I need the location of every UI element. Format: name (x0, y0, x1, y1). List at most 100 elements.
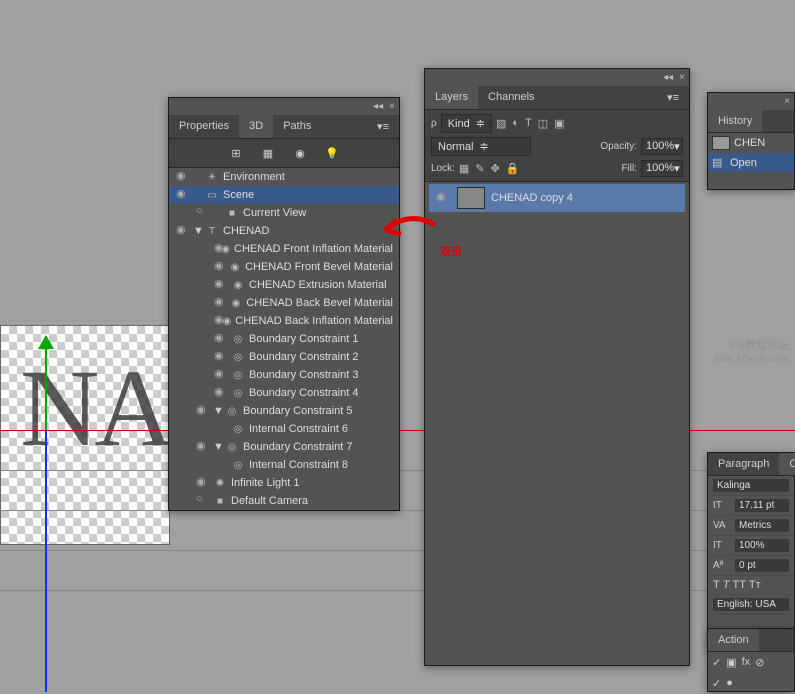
panel-menu-icon[interactable]: ▾≡ (367, 115, 399, 138)
collapse-icon[interactable]: ◂◂ (373, 101, 383, 112)
tree-row-scene[interactable]: ▭Scene (169, 186, 399, 204)
italic-icon[interactable]: T (723, 579, 730, 591)
visibility-toggle[interactable] (213, 242, 217, 256)
visibility-toggle[interactable] (195, 206, 209, 220)
tree-row-material[interactable]: ◉CHENAD Extrusion Material (169, 276, 399, 294)
lock-transparency-icon[interactable]: ▦ (459, 162, 469, 175)
tab-layers[interactable]: Layers (425, 86, 478, 109)
collapse-icon[interactable]: ◂◂ (663, 72, 673, 83)
tree-row-material[interactable]: ◉CHENAD Front Inflation Material (169, 240, 399, 258)
twisty-down-icon[interactable]: ▼ (213, 441, 223, 453)
font-size-input[interactable]: 17.11 pt (735, 499, 789, 512)
tab-channels[interactable]: Channels (478, 86, 544, 109)
tree-row-constraint[interactable]: ◎Boundary Constraint 3 (169, 366, 399, 384)
close-icon[interactable]: × (679, 72, 685, 83)
bold-icon[interactable]: T (713, 579, 720, 591)
tree-row-constraint[interactable]: ▼◎Boundary Constraint 7 (169, 438, 399, 456)
visibility-toggle[interactable] (213, 260, 225, 274)
filter-type-icon[interactable]: T (525, 117, 532, 130)
play-icon[interactable]: fx (742, 656, 751, 669)
tab-properties[interactable]: Properties (169, 115, 239, 138)
filter-adjust-icon[interactable]: ◐ (512, 117, 519, 130)
tree-row-constraint[interactable]: ◎Boundary Constraint 2 (169, 348, 399, 366)
visibility-toggle[interactable] (213, 368, 227, 382)
allcaps-icon[interactable]: TT (732, 579, 745, 591)
fill-input[interactable]: 100%▾ (641, 160, 683, 177)
visibility-toggle[interactable] (213, 386, 227, 400)
tree-row-constraint[interactable]: ◎Internal Constraint 8 (169, 456, 399, 474)
font-family-dropdown[interactable]: Kalinga (708, 476, 794, 496)
vscale-input[interactable]: 100% (735, 539, 789, 552)
visibility-toggle[interactable] (213, 278, 227, 292)
visibility-toggle[interactable] (175, 188, 189, 202)
y-axis-gizmo[interactable] (45, 345, 47, 430)
baseline-icon: Aª (713, 560, 731, 571)
check-icon[interactable]: ✓ (712, 677, 721, 690)
visibility-toggle[interactable] (175, 224, 189, 238)
close-icon[interactable]: × (784, 96, 790, 107)
lock-all-icon[interactable]: 🔒 (506, 162, 520, 175)
tracking-input[interactable]: Metrics (735, 519, 789, 532)
visibility-toggle[interactable] (213, 314, 219, 328)
tab-paths[interactable]: Paths (273, 115, 321, 138)
history-step[interactable]: ▤ Open (708, 153, 794, 172)
tree-row-constraint[interactable]: ◎Boundary Constraint 1 (169, 330, 399, 348)
filter-mesh-icon[interactable]: ▦ (260, 145, 276, 161)
record-icon[interactable]: ● (726, 677, 733, 690)
lock-image-icon[interactable]: ✎ (475, 162, 484, 175)
visibility-toggle[interactable] (213, 350, 227, 364)
tab-paragraph[interactable]: Paragraph (708, 453, 779, 475)
tree-row-material[interactable]: ◉CHENAD Back Bevel Material (169, 294, 399, 312)
layer-name-label[interactable]: CHENAD copy 4 (491, 192, 573, 204)
visibility-toggle[interactable] (213, 296, 226, 310)
blend-mode-dropdown[interactable]: Normal≑ (431, 137, 531, 156)
layer-row[interactable]: CHENAD copy 4 (429, 184, 685, 212)
tree-row-constraint[interactable]: ▼◎Boundary Constraint 5 (169, 402, 399, 420)
opacity-input[interactable]: 100%▾ (641, 138, 683, 155)
visibility-toggle[interactable] (435, 191, 449, 205)
filter-pixel-icon[interactable]: ▧ (496, 117, 506, 130)
stop-icon[interactable]: ⊘ (755, 656, 764, 669)
check-icon[interactable]: ✓ (712, 656, 721, 669)
visibility-toggle[interactable] (195, 494, 209, 508)
tab-history[interactable]: History (708, 110, 762, 132)
visibility-toggle[interactable] (175, 170, 189, 184)
folder-icon[interactable]: ▣ (726, 656, 736, 669)
tree-row-material[interactable]: ◉CHENAD Front Bevel Material (169, 258, 399, 276)
filter-shape-icon[interactable]: ◫ (538, 117, 548, 130)
panel-menu-icon[interactable]: ▾≡ (657, 86, 689, 109)
twisty-down-icon[interactable]: ▼ (193, 225, 203, 237)
z-axis-gizmo[interactable] (45, 430, 47, 692)
tree-row-environment[interactable]: ☀Environment (169, 168, 399, 186)
smallcaps-icon[interactable]: Tᴛ (749, 579, 761, 591)
tree-row-camera[interactable]: ■Default Camera (169, 492, 399, 510)
filter-material-icon[interactable]: ◉ (292, 145, 308, 161)
visibility-toggle[interactable] (213, 332, 227, 346)
environment-icon: ☀ (205, 170, 219, 184)
tree-row-constraint[interactable]: ◎Internal Constraint 6 (169, 420, 399, 438)
tab-character[interactable]: Cha (779, 453, 795, 475)
kind-filter-dropdown[interactable]: Kind≑ (441, 114, 492, 133)
tree-row-current-view[interactable]: ■Current View (169, 204, 399, 222)
filter-smart-icon[interactable]: ▣ (554, 117, 564, 130)
close-icon[interactable]: × (389, 101, 395, 112)
lock-position-icon[interactable]: ✥ (491, 162, 500, 175)
tab-actions[interactable]: Action (708, 629, 759, 651)
filter-scene-icon[interactable]: ⊞ (228, 145, 244, 161)
visibility-toggle[interactable] (195, 476, 209, 490)
material-icon: ◉ (223, 314, 232, 328)
history-snapshot[interactable]: CHEN (708, 133, 794, 153)
visibility-toggle[interactable] (195, 440, 209, 454)
tree-row-material[interactable]: ◉CHENAD Back Inflation Material (169, 312, 399, 330)
language-dropdown[interactable]: English: USA (708, 595, 794, 615)
vscale-icon: IT (713, 540, 731, 551)
tree-row-constraint[interactable]: ◎Boundary Constraint 4 (169, 384, 399, 402)
tree-row-chenad[interactable]: ▼TCHENAD (169, 222, 399, 240)
tree-row-light[interactable]: ✺Infinite Light 1 (169, 474, 399, 492)
tab-3d[interactable]: 3D (239, 115, 273, 138)
baseline-input[interactable]: 0 pt (735, 559, 789, 572)
layer-thumbnail[interactable] (457, 187, 485, 209)
visibility-toggle[interactable] (195, 404, 209, 418)
filter-light-icon[interactable]: 💡 (324, 145, 340, 161)
twisty-down-icon[interactable]: ▼ (213, 405, 223, 417)
